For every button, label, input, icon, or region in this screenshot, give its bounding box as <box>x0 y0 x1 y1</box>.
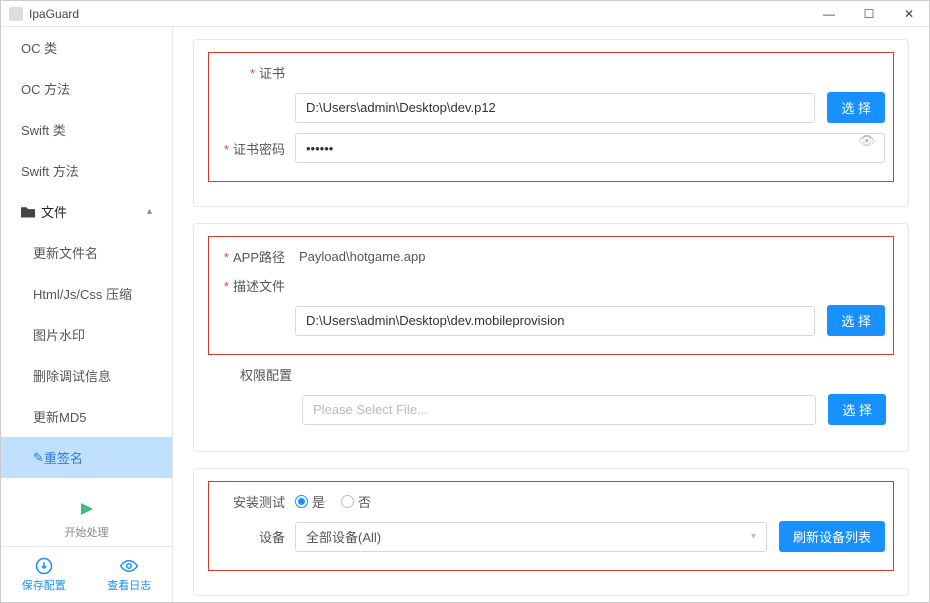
device-label: 设备 <box>209 527 295 546</box>
sidebar-item-rename-file[interactable]: 更新文件名 <box>1 232 172 273</box>
sidebar-item-watermark[interactable]: 图片水印 <box>1 314 172 355</box>
chevron-down-icon: ▾ <box>751 531 756 542</box>
save-config-button[interactable]: 保存配置 <box>1 547 87 602</box>
cert-label: *证书 <box>209 63 295 82</box>
sidebar-section-file[interactable]: 文件 ▴ <box>1 191 172 232</box>
cert-password-input[interactable] <box>295 133 885 163</box>
cert-highlight-box: *证书 选 择 *证书密码 👁 <box>208 52 894 182</box>
install-test-label: 安装测试 <box>209 492 295 511</box>
folder-icon <box>21 206 35 218</box>
app-path-value: Payload\hotgame.app <box>295 249 885 264</box>
refresh-devices-button[interactable]: 刷新设备列表 <box>779 521 885 552</box>
profile-path-input[interactable] <box>295 306 815 336</box>
device-select[interactable]: 全部设备(All) ▾ <box>295 522 767 552</box>
cert-path-input[interactable] <box>295 93 815 123</box>
sidebar-item-oc-class[interactable]: OC 类 <box>1 27 172 68</box>
cert-select-button[interactable]: 选 择 <box>827 92 885 123</box>
chevron-up-icon: ▴ <box>147 206 152 217</box>
perm-select-button[interactable]: 选 择 <box>828 394 886 425</box>
app-logo <box>9 7 23 21</box>
play-icon <box>81 503 93 515</box>
profile-highlight-box: *APP路径 Payload\hotgame.app *描述文件 选 择 <box>208 236 894 355</box>
sidebar-item-swift-class[interactable]: Swift 类 <box>1 109 172 150</box>
sidebar-item-update-md5[interactable]: 更新MD5 <box>1 396 172 437</box>
window-minimize[interactable]: — <box>809 1 849 27</box>
start-process-button[interactable]: 开始处理 <box>1 493 172 546</box>
app-title: IpaGuard <box>29 7 79 21</box>
toggle-password-icon[interactable]: 👁 <box>858 133 875 149</box>
window-maximize[interactable]: ☐ <box>849 1 889 27</box>
download-icon <box>35 557 53 575</box>
sidebar-item-debug-info[interactable]: 删除调试信息 <box>1 355 172 396</box>
perm-file-input[interactable] <box>302 395 816 425</box>
window-close[interactable]: ✕ <box>889 1 929 27</box>
sidebar-item-compress[interactable]: Html/Js/Css 压缩 <box>1 273 172 314</box>
perm-label: 权限配置 <box>216 365 302 384</box>
eye-icon <box>120 557 138 575</box>
install-test-yes-radio[interactable]: 是 <box>295 492 325 511</box>
app-path-label: *APP路径 <box>209 247 295 266</box>
cert-pw-label: *证书密码 <box>209 139 295 158</box>
view-log-button[interactable]: 查看日志 <box>87 547 173 602</box>
profile-label: *描述文件 <box>209 276 295 295</box>
sidebar-item-oc-method[interactable]: OC 方法 <box>1 68 172 109</box>
sidebar-item-swift-method[interactable]: Swift 方法 <box>1 150 172 191</box>
sidebar-item-resign[interactable]: ✎ 重签名 <box>1 437 172 478</box>
install-test-no-radio[interactable]: 否 <box>341 492 371 511</box>
profile-select-button[interactable]: 选 择 <box>827 305 885 336</box>
device-highlight-box: 安装测试 是 否 设备 全部设备(All) ▾ <box>208 481 894 571</box>
